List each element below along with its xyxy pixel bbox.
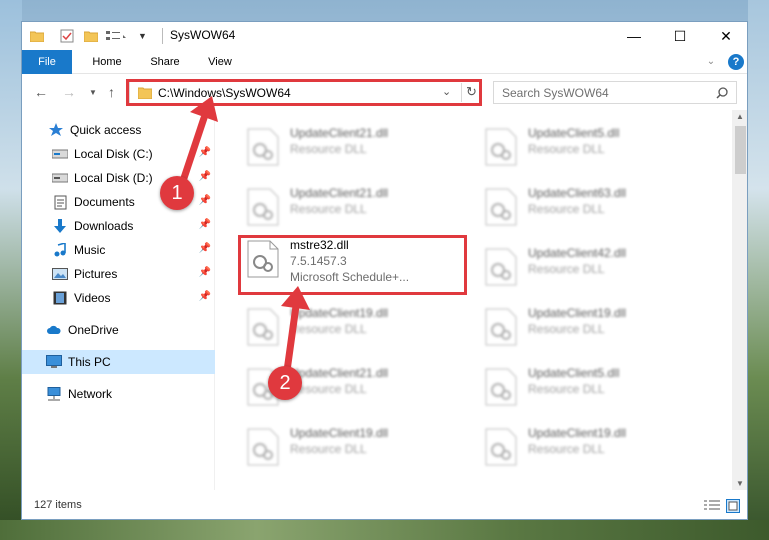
annotation-arrows bbox=[176, 96, 310, 382]
step-1-badge: 1 bbox=[160, 176, 194, 210]
step-2-badge: 2 bbox=[268, 366, 302, 400]
